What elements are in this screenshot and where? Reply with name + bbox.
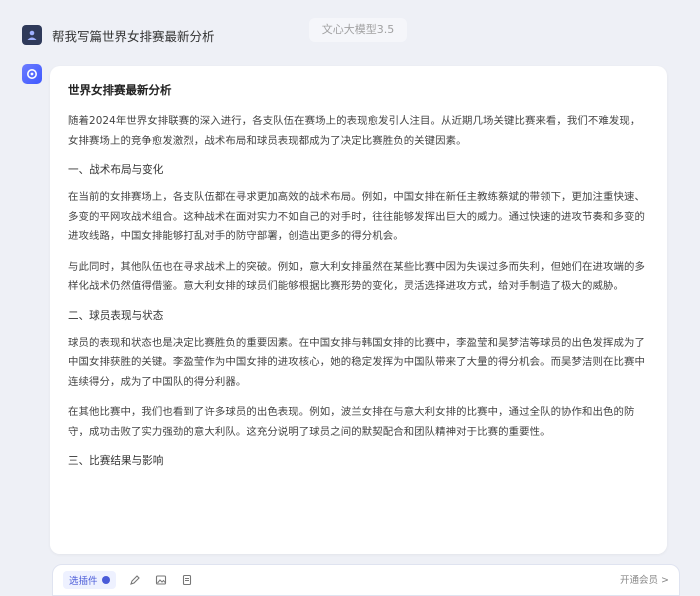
section2-paragraph-1: 球员的表现和状态也是决定比赛胜负的重要因素。在中国女排与韩国女排的比赛中，李盈莹… xyxy=(68,336,645,388)
user-prompt: 帮我写篇世界女排赛最新分析 xyxy=(52,28,215,44)
content-fade xyxy=(50,518,667,554)
section1-paragraph-2: 与此同时，其他队伍也在寻求战术上的突破。例如，意大利女排虽然在某些比赛中因为失误… xyxy=(68,260,645,293)
bot-avatar xyxy=(22,64,42,84)
user-avatar xyxy=(22,25,42,45)
membership-link[interactable]: 开通会员 > xyxy=(620,572,669,586)
section1-heading: 一、战术布局与变化 xyxy=(68,164,164,176)
wenxin-logo-icon xyxy=(27,69,37,79)
user-message: 帮我写篇世界女排赛最新分析 xyxy=(22,25,215,45)
plugin-select-label: 选插件 xyxy=(69,576,98,587)
response-title: 世界女排赛最新分析 xyxy=(68,83,172,97)
section2-paragraph-2: 在其他比赛中，我们也看到了许多球员的出色表现。例如，波兰女排在与意大利女排的比赛… xyxy=(68,406,635,438)
user-avatar-icon xyxy=(27,30,37,40)
section1-paragraph-1: 在当前的女排赛场上，各支队伍都在寻求更加高效的战术布局。例如，中国女排在新任主教… xyxy=(68,191,645,242)
plugin-select-button[interactable]: 选插件 xyxy=(63,571,116,589)
section3-heading: 三、比赛结果与影响 xyxy=(68,455,164,467)
image-icon[interactable] xyxy=(154,573,168,587)
response-card: 世界女排赛最新分析 随着2024年世界女排联赛的深入进行，各支队伍在赛场上的表现… xyxy=(50,66,667,554)
edit-icon[interactable] xyxy=(128,573,142,587)
document-icon[interactable] xyxy=(180,573,194,587)
section2-heading: 二、球员表现与状态 xyxy=(68,309,164,322)
intro-paragraph: 随着2024年世界女排联赛的深入进行，各支队伍在赛场上的表现愈发引人注目。从近期… xyxy=(68,115,641,147)
model-label[interactable]: 文心大模型3.5 xyxy=(309,18,407,42)
chat-input-bar[interactable]: 选插件 开通会员 > xyxy=(52,564,680,596)
